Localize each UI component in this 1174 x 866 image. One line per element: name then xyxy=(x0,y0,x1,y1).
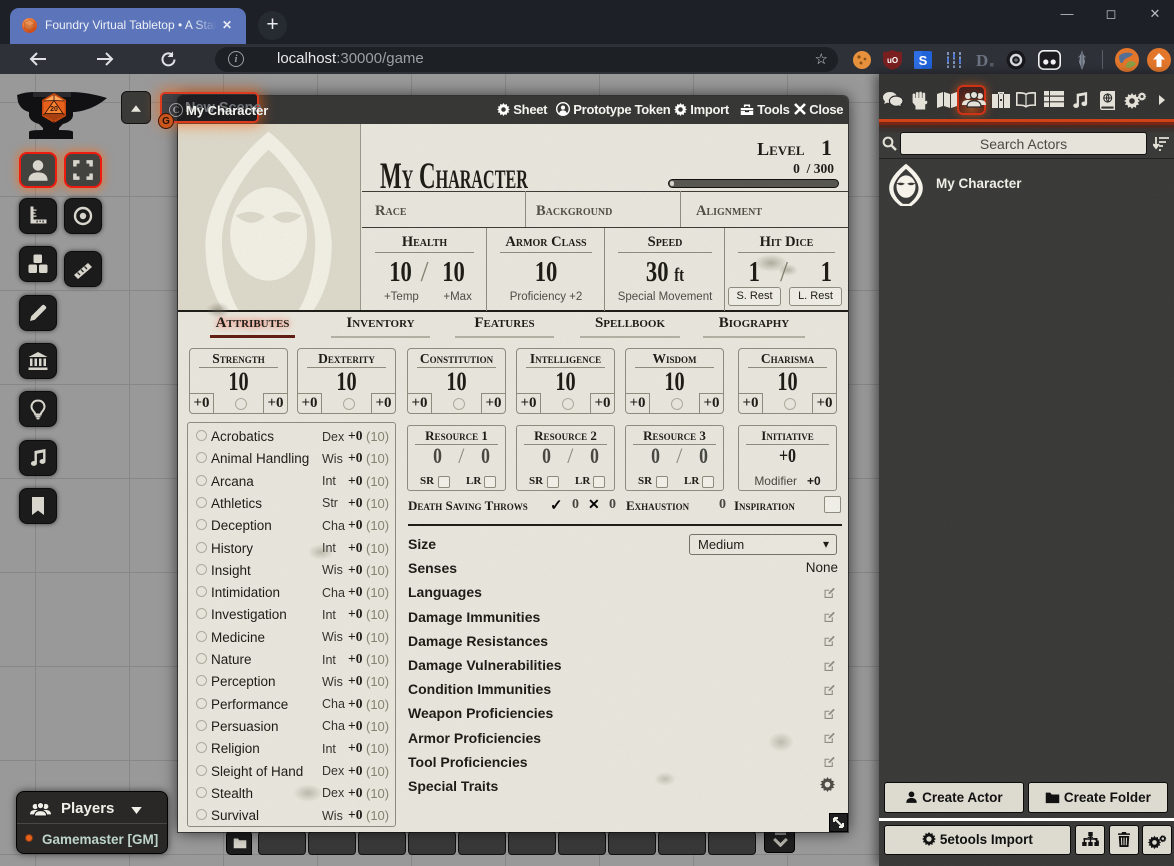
svg-text:S: S xyxy=(919,53,928,68)
svg-text:uO: uO xyxy=(887,56,898,65)
svg-text:D: D xyxy=(976,51,988,70)
svg-text:20: 20 xyxy=(50,106,58,113)
